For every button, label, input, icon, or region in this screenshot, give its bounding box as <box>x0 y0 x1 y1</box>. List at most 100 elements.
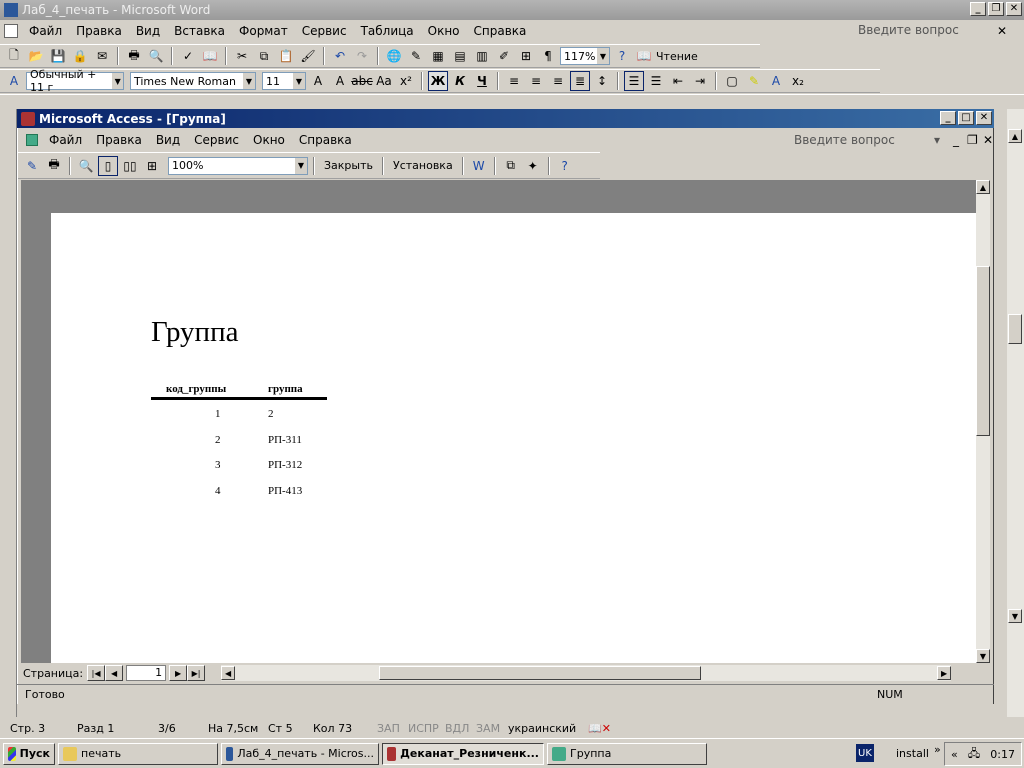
format-painter-icon[interactable]: 🖌 <box>298 46 318 66</box>
help-icon[interactable]: ? <box>612 46 632 66</box>
word-menu-tools[interactable]: Сервис <box>295 24 354 38</box>
access-maximize-button[interactable]: □ <box>958 111 974 125</box>
subscript-icon[interactable]: x₂ <box>788 71 808 91</box>
scroll-left-icon[interactable]: ◀ <box>221 666 236 680</box>
task-folder[interactable]: печать <box>58 742 218 765</box>
open-icon[interactable]: 📂 <box>26 46 46 66</box>
align-right-icon[interactable]: ≡ <box>548 71 568 91</box>
next-page-button[interactable]: ▶ <box>169 665 188 681</box>
access-menu-view[interactable]: Вид <box>149 133 187 147</box>
scroll-right-icon[interactable]: ▶ <box>937 666 952 680</box>
borders-icon[interactable]: ▢ <box>722 71 742 91</box>
word-menu-table[interactable]: Таблица <box>354 24 421 38</box>
mail-icon[interactable]: ✉ <box>92 46 112 66</box>
view-icon[interactable]: ✎ <box>22 156 42 176</box>
print-icon[interactable]: 🖶 <box>124 46 144 66</box>
zoom-icon[interactable]: 🔍 <box>76 156 96 176</box>
italic-button[interactable]: К <box>450 71 470 91</box>
preview-vertical-scrollbar[interactable]: ▲ ▼ <box>976 180 990 663</box>
status-ovr[interactable]: ЗАМ <box>476 722 500 735</box>
multiple-pages-icon[interactable]: ⊞ <box>142 156 162 176</box>
align-left-icon[interactable]: ≡ <box>504 71 524 91</box>
word-menu-window[interactable]: Окно <box>421 24 467 38</box>
word-restore-button[interactable]: ❐ <box>988 2 1004 16</box>
one-page-icon[interactable]: ▯ <box>98 155 118 176</box>
word-minimize-button[interactable]: _ <box>970 2 986 16</box>
hyperlink-icon[interactable]: 🌐 <box>384 46 404 66</box>
access-ask-box[interactable]: Введите вопрос ▾ <box>794 133 940 147</box>
scroll-thumb[interactable] <box>379 666 702 680</box>
style-combo[interactable]: Обычный + 11 г ▼ <box>26 68 124 94</box>
network-icon[interactable]: 🖧 <box>968 745 980 764</box>
status-ext[interactable]: ВДЛ <box>445 722 469 735</box>
close-preview-button[interactable]: Закрыть <box>320 159 377 172</box>
access-zoom-combo[interactable]: 100% ▼ <box>168 156 308 175</box>
paste-icon[interactable]: 📋 <box>276 46 296 66</box>
word-menu-edit[interactable]: Правка <box>69 24 129 38</box>
justify-icon[interactable]: ≣ <box>570 71 590 91</box>
highlight-icon[interactable]: ✎ <box>744 71 764 91</box>
decrease-indent-icon[interactable]: ⇤ <box>668 71 688 91</box>
superscript-icon[interactable]: x² <box>396 71 416 91</box>
permission-icon[interactable]: 🔒 <box>70 46 90 66</box>
drawing-icon[interactable]: ✐ <box>494 46 514 66</box>
access-minimize-button[interactable]: _ <box>940 111 956 125</box>
align-center-icon[interactable]: ≡ <box>526 71 546 91</box>
access-child-close-icon[interactable]: ✕ <box>976 133 1000 147</box>
clock[interactable]: 0:17 <box>990 748 1015 761</box>
word-close-button[interactable]: ✕ <box>1006 2 1022 16</box>
status-trk[interactable]: ИСПР <box>408 722 439 735</box>
access-close-button[interactable]: ✕ <box>976 111 992 125</box>
access-menu-tools[interactable]: Сервис <box>187 133 246 147</box>
word-menu-view[interactable]: Вид <box>129 24 167 38</box>
scroll-down-icon[interactable]: ▼ <box>1008 609 1022 623</box>
spelling-status-icon[interactable]: 📖✕ <box>588 722 611 735</box>
word-zoom-combo[interactable]: 117% ▼ <box>560 47 610 65</box>
access-menu-edit[interactable]: Правка <box>89 133 149 147</box>
show-hide-icon[interactable]: ¶ <box>538 46 558 66</box>
prev-page-button[interactable]: ◀ <box>105 665 124 681</box>
word-menu-file[interactable]: Файл <box>22 24 69 38</box>
research-icon[interactable]: 📖 <box>200 46 220 66</box>
scroll-down-icon[interactable]: ▼ <box>976 649 990 663</box>
office-links-icon[interactable]: W <box>469 156 489 176</box>
save-icon[interactable]: 💾 <box>48 46 68 66</box>
bullets-icon[interactable]: ☰ <box>646 71 666 91</box>
numbering-icon[interactable]: ☰ <box>624 71 644 91</box>
grow-font-icon[interactable]: A <box>308 71 328 91</box>
underline-button[interactable]: Ч <box>472 71 492 91</box>
strikethrough-icon[interactable]: abc <box>351 71 373 91</box>
reading-button[interactable]: Чтение <box>656 50 698 63</box>
font-effects-icon[interactable]: A <box>330 71 350 91</box>
task-word[interactable]: Лаб_4_печать - Micros... <box>221 742 379 765</box>
page-number-input[interactable]: 1 <box>126 665 167 681</box>
chevron-right-icon[interactable]: » <box>934 743 941 756</box>
scroll-thumb[interactable] <box>1008 314 1022 344</box>
status-rec[interactable]: ЗАП <box>377 722 400 735</box>
access-menu-help[interactable]: Справка <box>292 133 359 147</box>
insert-excel-icon[interactable]: ▤ <box>450 46 470 66</box>
print-preview-icon[interactable]: 🔍 <box>146 46 166 66</box>
scroll-thumb[interactable] <box>976 266 990 436</box>
cut-icon[interactable]: ✂ <box>232 46 252 66</box>
word-menu-insert[interactable]: Вставка <box>167 24 232 38</box>
line-spacing-icon[interactable]: ↕ <box>592 71 612 91</box>
scroll-up-icon[interactable]: ▲ <box>1008 129 1022 143</box>
preview-horizontal-scrollbar[interactable]: ◀ ▶ <box>221 665 952 681</box>
font-color-icon[interactable]: A <box>766 71 786 91</box>
doc-map-icon[interactable]: ⊞ <box>516 46 536 66</box>
word-menu-format[interactable]: Формат <box>232 24 295 38</box>
styles-icon[interactable]: A <box>4 71 24 91</box>
new-doc-icon[interactable]: 🗋 <box>4 46 24 66</box>
insert-table-icon[interactable]: ▦ <box>428 46 448 66</box>
help-icon[interactable]: ? <box>555 156 575 176</box>
task-report[interactable]: Группа <box>547 742 707 765</box>
two-pages-icon[interactable]: ▯▯ <box>120 156 140 176</box>
word-vertical-scrollbar[interactable]: ▲ ▼ <box>1007 109 1024 717</box>
bold-button[interactable]: Ж <box>428 71 448 91</box>
columns-icon[interactable]: ▥ <box>472 46 492 66</box>
undo-icon[interactable]: ↶ <box>330 46 350 66</box>
language-indicator[interactable]: UK <box>856 744 874 762</box>
all-caps-icon[interactable]: Aa <box>374 71 394 91</box>
database-window-icon[interactable]: ⧉ <box>501 156 521 176</box>
